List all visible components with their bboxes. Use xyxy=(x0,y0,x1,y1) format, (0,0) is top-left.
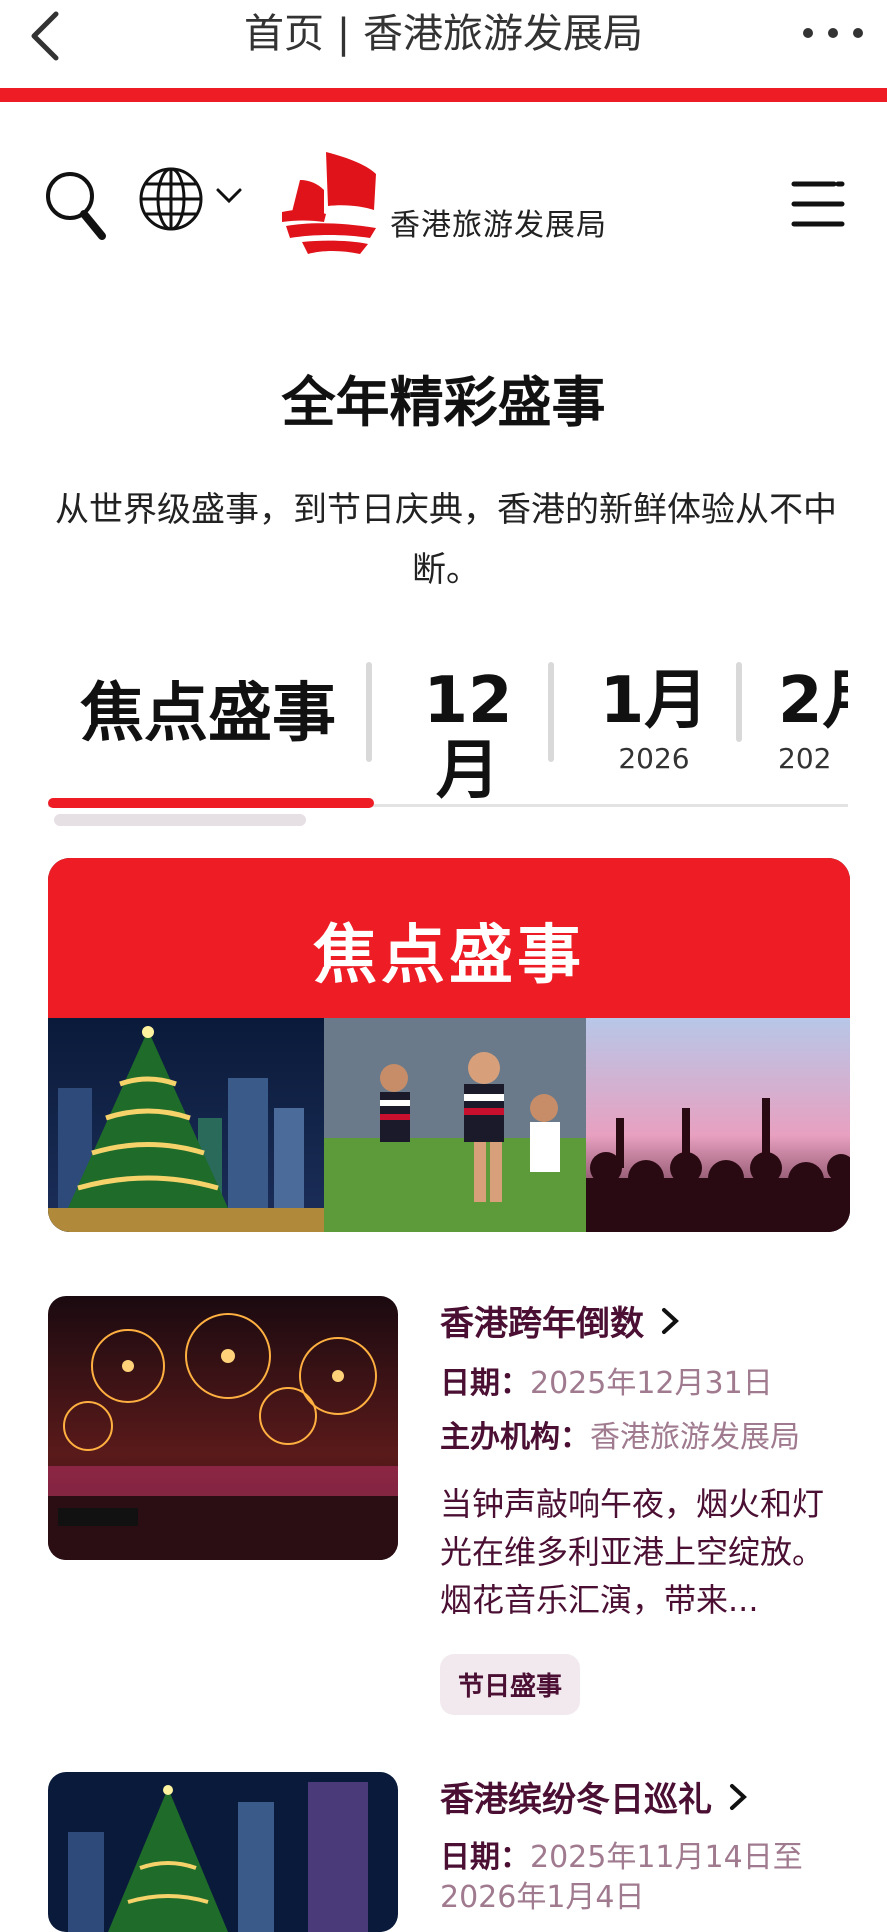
search-icon[interactable] xyxy=(46,170,106,240)
date-label: 日期： xyxy=(440,1840,530,1875)
more-dot xyxy=(803,28,813,38)
tab-separator xyxy=(548,662,554,762)
event-image-winter[interactable] xyxy=(48,1772,398,1932)
date-value-2: 2026年1月4日 xyxy=(440,1880,645,1915)
christmas-tree-image xyxy=(48,1018,324,1232)
chevron-down-icon[interactable] xyxy=(214,186,244,206)
event-date: 日期：2025年12月31日 xyxy=(440,1358,773,1402)
event-tag[interactable]: 节日盛事 xyxy=(440,1654,581,1715)
date-value: 2025年11月14日至 xyxy=(530,1840,803,1875)
page-title: 首页 | 香港旅游发展局 xyxy=(244,11,643,57)
event-organizer: 主办机构：香港旅游发展局 xyxy=(440,1412,800,1456)
tab-year-label: 202 xyxy=(778,742,832,775)
organizer-label: 主办机构： xyxy=(440,1420,590,1455)
section-subheadline: 从世界级盛事，到节日庆典，香港的新鲜体验从不中断。 xyxy=(55,490,837,590)
accent-divider xyxy=(0,88,887,102)
event-title: 香港缤纷冬日巡礼 xyxy=(440,1780,712,1820)
date-value: 2025年12月31日 xyxy=(530,1366,773,1401)
event-title: 香港跨年倒数 xyxy=(440,1304,644,1344)
tab-february[interactable]: 2月 202 xyxy=(778,666,848,775)
section-headline: 全年精彩盛事 xyxy=(281,371,606,434)
tabs-scrollbar[interactable] xyxy=(54,814,306,826)
menu-button[interactable] xyxy=(790,178,846,230)
more-dot xyxy=(828,28,838,38)
event-description: 当钟声敲响午夜，烟火和灯光在维多利亚港上空绽放。烟花音乐汇演，带来... xyxy=(440,1485,825,1619)
menu-icon xyxy=(791,181,845,227)
tab-month-label: 1月 xyxy=(599,664,709,738)
brand-name: 香港旅游发展局 xyxy=(390,208,607,243)
chevron-right-icon xyxy=(730,1783,747,1810)
organizer-value: 香港旅游发展局 xyxy=(590,1420,800,1455)
chevron-right-icon xyxy=(662,1307,679,1334)
hktb-logo-icon[interactable] xyxy=(280,150,384,256)
tab-december-2025[interactable]: 12月 2025 xyxy=(398,666,538,800)
more-options-button[interactable] xyxy=(803,26,863,40)
tab-month-label: 2月 xyxy=(778,664,848,738)
more-dot xyxy=(853,28,863,38)
event-date-continued: 2026年1月4日 xyxy=(440,1872,645,1916)
tab-separator xyxy=(366,662,372,762)
active-tab-indicator xyxy=(48,798,374,808)
tab-january-2026[interactable]: 1月 2026 xyxy=(584,666,724,775)
banner-title: 焦点盛事 xyxy=(313,919,585,993)
date-label: 日期： xyxy=(440,1366,530,1401)
tab-year-label: 2026 xyxy=(618,742,690,775)
concert-image xyxy=(586,1018,850,1232)
rugby-image xyxy=(324,1018,586,1232)
event-image-countdown[interactable] xyxy=(48,1296,398,1560)
top-bar: 首页 | 香港旅游发展局 xyxy=(0,0,887,88)
tab-focus-events[interactable]: 焦点盛事 xyxy=(80,662,336,754)
globe-icon[interactable] xyxy=(138,166,204,232)
event-date: 日期：2025年11月14日至 xyxy=(440,1832,803,1876)
event-title-link[interactable]: 香港跨年倒数 xyxy=(440,1296,680,1345)
tab-month-label: 12月 xyxy=(423,664,513,800)
tab-separator xyxy=(736,662,742,742)
event-tabs: 焦点盛事 12月 2025 1月 2026 2月 202 xyxy=(48,640,848,800)
event-title-link[interactable]: 香港缤纷冬日巡礼 xyxy=(440,1772,748,1821)
focus-events-banner[interactable]: 焦点盛事 xyxy=(48,858,850,1232)
